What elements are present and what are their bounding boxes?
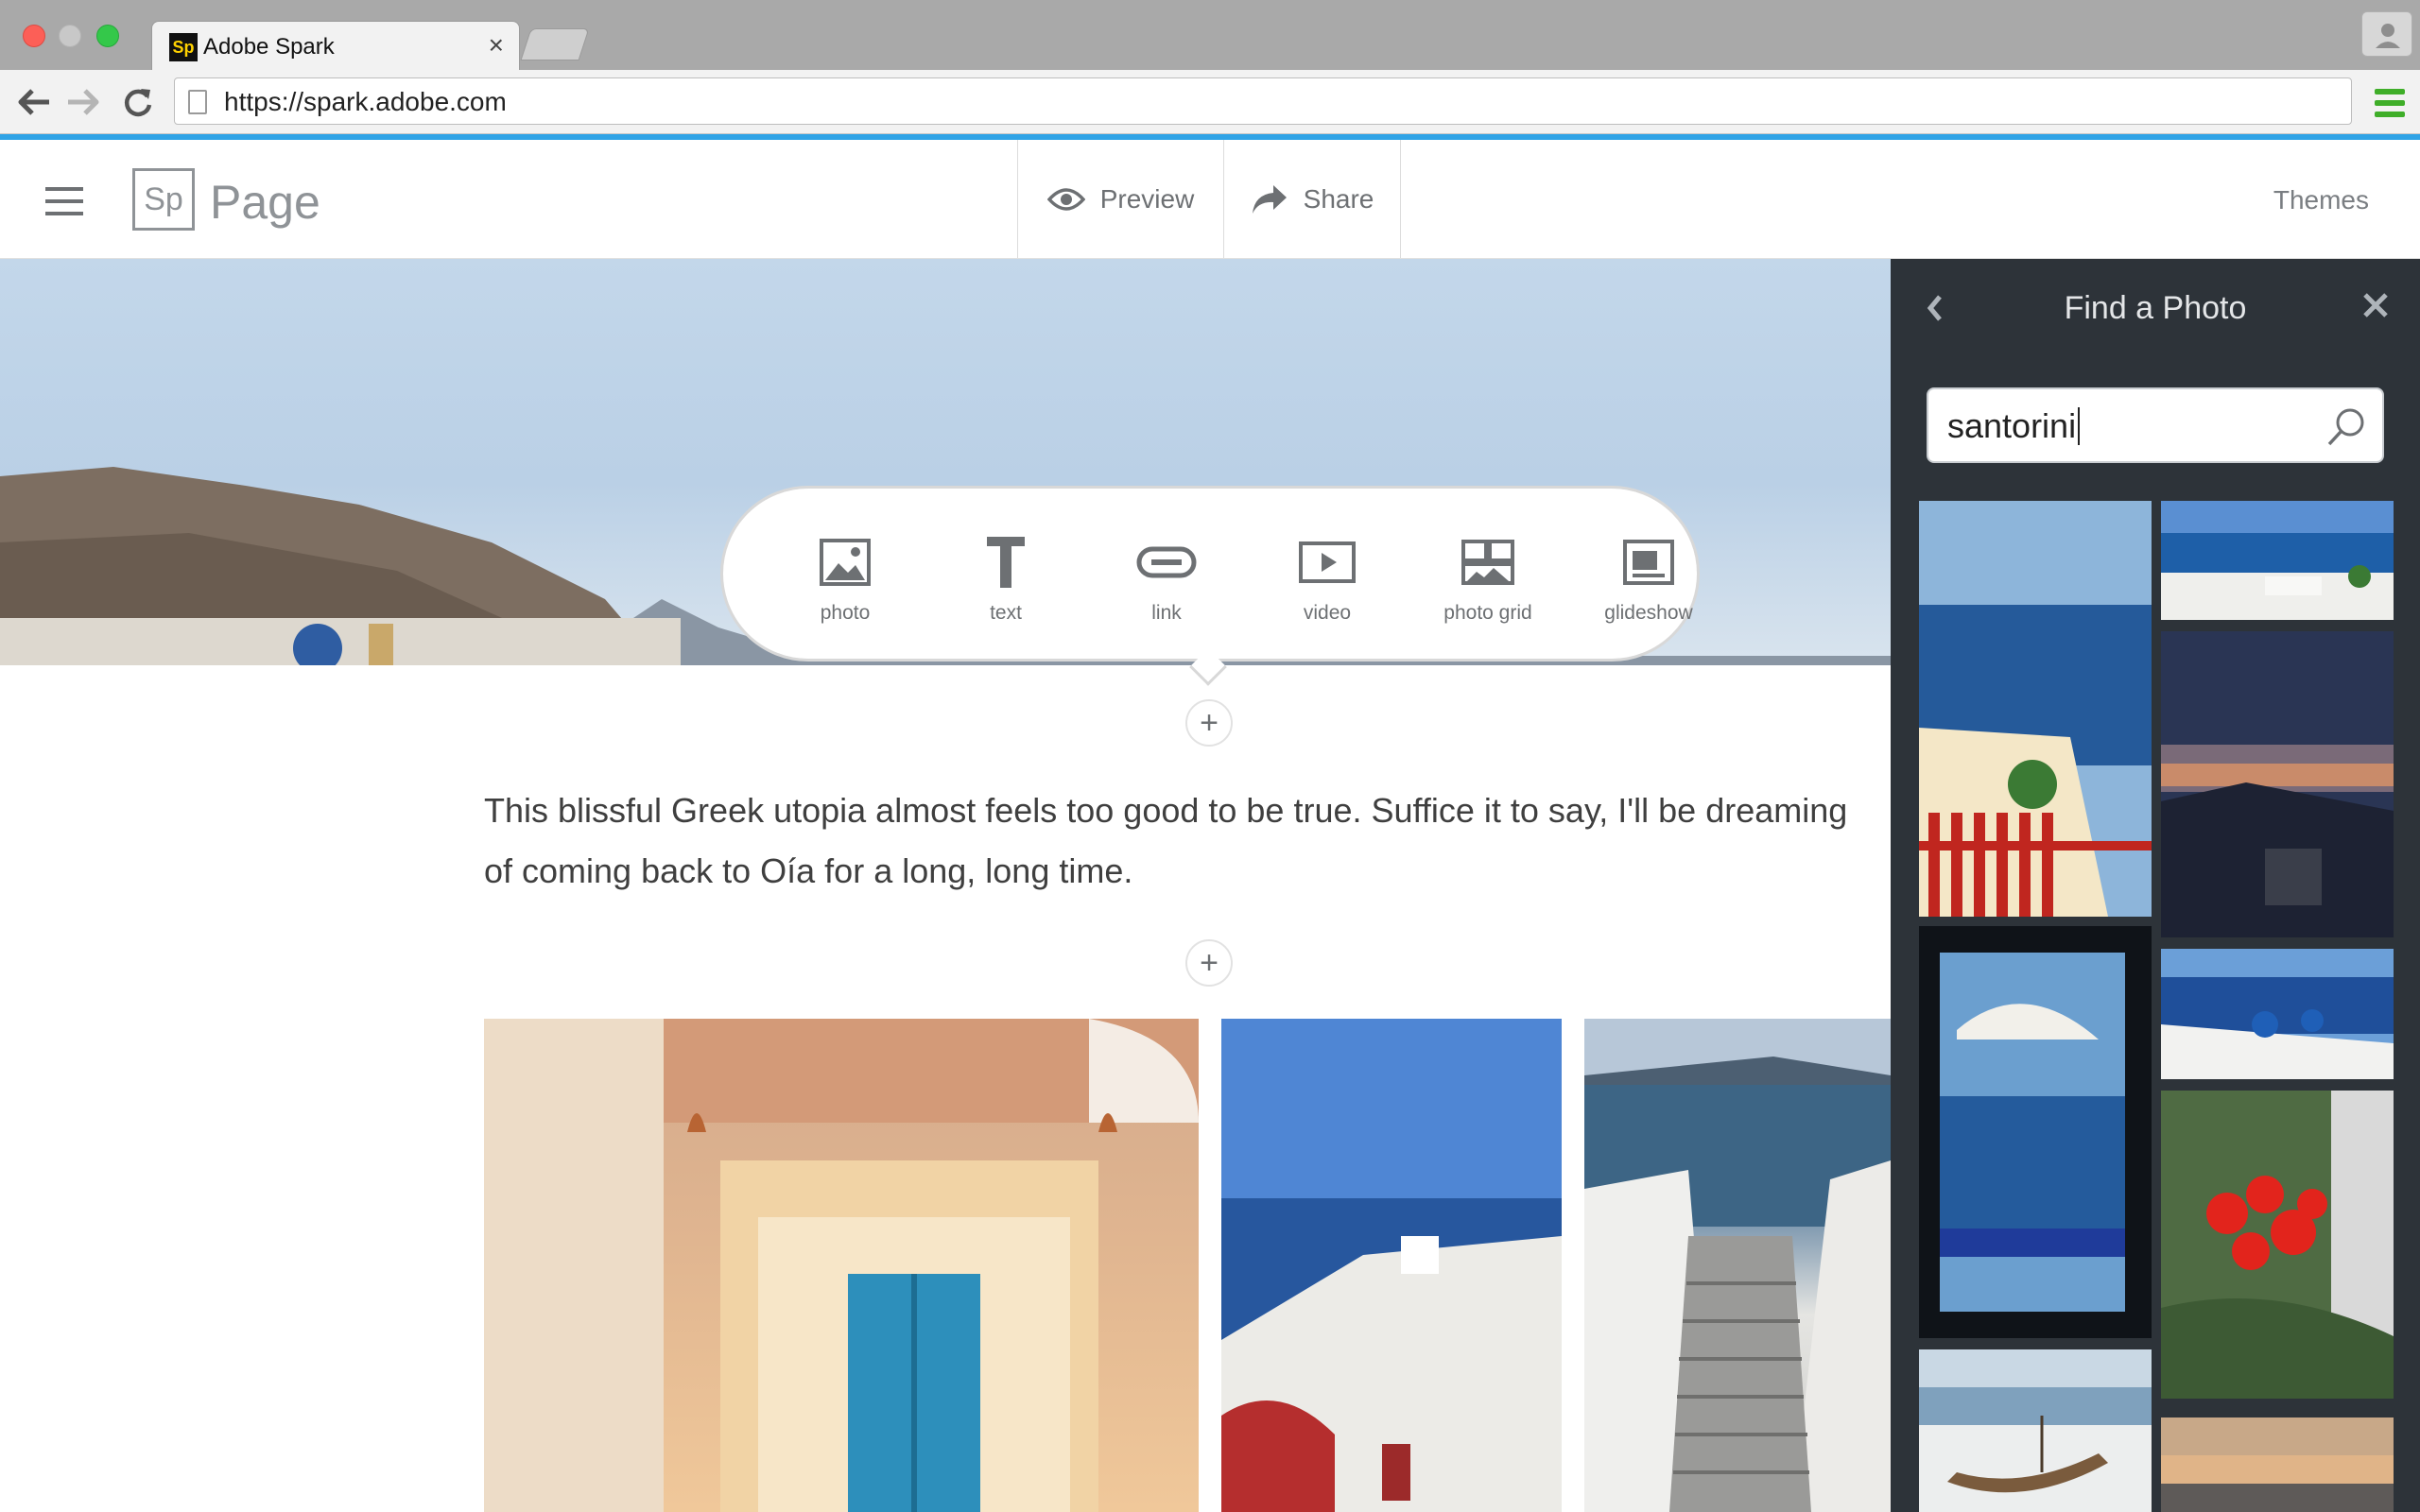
photo-result-2[interactable] <box>1919 926 2152 1338</box>
window-minimize-button[interactable] <box>59 25 81 47</box>
result-thumbnail <box>2161 1091 2394 1399</box>
window-close-button[interactable] <box>23 25 45 47</box>
photo-result-5[interactable] <box>2161 631 2394 937</box>
back-arrow-icon <box>18 89 49 115</box>
insert-video-button[interactable]: video <box>1256 532 1398 625</box>
tab-close-icon[interactable]: × <box>489 31 504 60</box>
video-icon <box>1299 541 1356 583</box>
result-thumbnail <box>1919 1349 2152 1512</box>
insert-video-label: video <box>1303 602 1352 624</box>
share-button[interactable]: Share <box>1223 140 1401 258</box>
profile-button[interactable] <box>2361 11 2412 57</box>
insert-glideshow-label: glideshow <box>1604 602 1693 624</box>
grid-photo-door[interactable] <box>484 1019 1199 1512</box>
insert-photo-grid-label: photo grid <box>1443 602 1532 624</box>
browser-menu-icon[interactable] <box>2375 89 2405 117</box>
plus-icon: + <box>1200 705 1219 741</box>
text-cursor <box>2078 407 2081 445</box>
browser-tab-bar: Sp Adobe Spark × <box>0 0 2420 70</box>
photo-search-input[interactable]: santorini <box>1927 387 2384 463</box>
photo-result-3[interactable] <box>1919 1349 2152 1512</box>
text-icon <box>987 537 1025 588</box>
panel-close-button[interactable] <box>2361 291 2390 324</box>
village-photo <box>1221 1019 1562 1512</box>
insert-glideshow-button[interactable]: glideshow <box>1578 532 1720 625</box>
reload-button[interactable] <box>119 83 157 121</box>
panel-title: Find a Photo <box>2064 290 2247 326</box>
result-thumbnail <box>1919 501 2152 917</box>
result-thumbnail <box>2161 949 2394 1079</box>
door-photo <box>484 1019 1199 1512</box>
back-button[interactable] <box>15 83 53 121</box>
eye-icon <box>1046 187 1085 211</box>
link-icon <box>1136 546 1197 578</box>
favicon-icon: Sp <box>169 33 198 61</box>
close-icon <box>2363 293 2388 318</box>
insert-menu: photo text link video photo grid glidesh… <box>720 486 1700 662</box>
url-input[interactable]: https://spark.adobe.com <box>174 77 2352 125</box>
story-paragraph[interactable]: This blissful Greek utopia almost feels … <box>484 781 1891 902</box>
app-header: Sp Page Preview Share Themes <box>0 140 2420 259</box>
search-query: santorini <box>1947 406 2077 445</box>
insert-photo-button[interactable]: photo <box>774 532 916 625</box>
find-photo-panel: Find a Photo santorini <box>1891 259 2420 1512</box>
person-icon <box>2376 24 2400 48</box>
paragraph-line-1: This blissful Greek utopia almost feels … <box>484 791 1848 830</box>
photo-result-1[interactable] <box>1919 501 2152 917</box>
paragraph-line-2: of coming back to Oía for a long, long t… <box>484 851 1133 890</box>
new-tab-button[interactable] <box>520 28 590 60</box>
reload-icon <box>124 89 152 117</box>
photo-result-8[interactable] <box>2161 1418 2394 1512</box>
result-thumbnail <box>2161 501 2394 620</box>
url-text: https://spark.adobe.com <box>224 87 507 116</box>
plus-icon: + <box>1200 945 1219 981</box>
window-zoom-button[interactable] <box>96 25 119 47</box>
forward-arrow-icon <box>68 89 99 115</box>
preview-button[interactable]: Preview <box>1017 140 1223 258</box>
photo-result-7[interactable] <box>2161 1091 2394 1399</box>
themes-button[interactable]: Themes <box>2273 185 2369 215</box>
glideshow-icon <box>1623 540 1674 585</box>
add-content-button-2[interactable]: + <box>1185 939 1233 987</box>
tab-title: Adobe Spark <box>203 34 335 60</box>
grid-photo-stairs[interactable] <box>1584 1019 1891 1512</box>
share-label: Share <box>1303 183 1374 214</box>
add-content-button[interactable]: + <box>1185 699 1233 747</box>
spark-logo: Sp <box>132 168 195 231</box>
search-icon <box>2327 408 2364 446</box>
photo-icon <box>820 539 871 586</box>
stairs-photo <box>1584 1019 1891 1512</box>
preview-label: Preview <box>1099 183 1195 214</box>
insert-text-button[interactable]: text <box>935 532 1077 625</box>
insert-photo-grid-button[interactable]: photo grid <box>1417 532 1559 625</box>
product-name: Page <box>210 176 320 229</box>
address-toolbar: https://spark.adobe.com <box>0 70 2420 134</box>
search-button[interactable] <box>2325 406 2367 453</box>
share-arrow-icon <box>1252 184 1287 214</box>
page-icon <box>188 90 207 114</box>
result-thumbnail <box>1919 926 2152 1338</box>
photo-result-6[interactable] <box>2161 949 2394 1079</box>
result-thumbnail <box>2161 1418 2394 1512</box>
insert-photo-label: photo <box>820 602 871 624</box>
photo-result-4[interactable] <box>2161 501 2394 620</box>
result-thumbnail <box>2161 631 2394 937</box>
forward-button[interactable] <box>64 83 102 121</box>
insert-link-label: link <box>1151 602 1182 624</box>
photo-grid-icon <box>1461 540 1514 585</box>
grid-photo-oia-village[interactable] <box>1221 1019 1562 1512</box>
insert-text-label: text <box>990 602 1022 624</box>
browser-tab-active[interactable]: Sp Adobe Spark × <box>151 21 520 70</box>
hamburger-menu-icon[interactable] <box>45 187 83 215</box>
insert-link-button[interactable]: link <box>1096 532 1237 625</box>
